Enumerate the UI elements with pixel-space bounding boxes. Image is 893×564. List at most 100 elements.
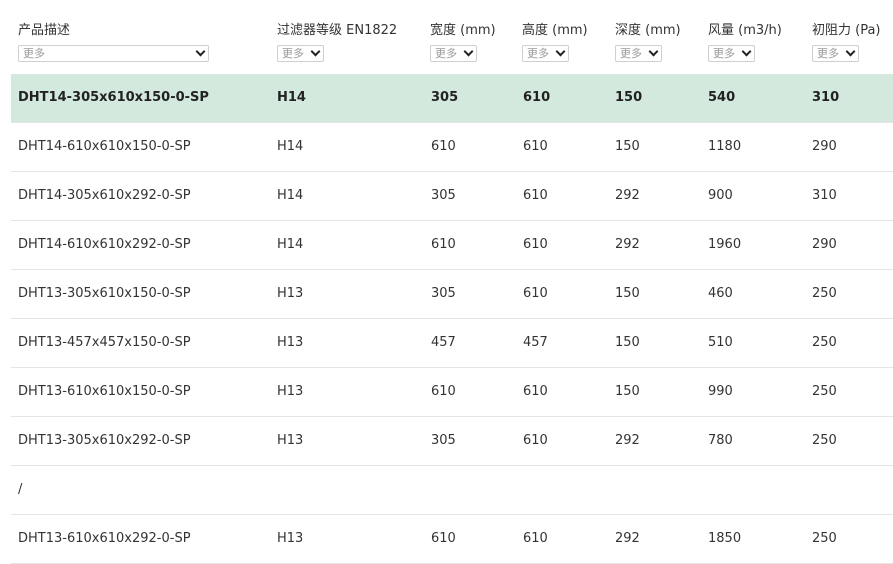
table-body: DHT14-305x610x150-0-SP H14 305 610 150 5…	[11, 74, 893, 564]
cell-width: 305	[431, 188, 456, 203]
cell-height: 610	[523, 139, 548, 154]
column-title: 初阻力 (Pa)	[812, 23, 881, 38]
table-row[interactable]: DHT13-305x610x150-0-SP H13 305 610 150 4…	[11, 270, 893, 319]
filter-select-width[interactable]: 更多	[430, 45, 477, 62]
filter-select-depth[interactable]: 更多	[615, 45, 662, 62]
cell-height: 610	[523, 286, 548, 301]
cell-description: DHT13-457x457x150-0-SP	[18, 335, 191, 350]
cell-description: DHT14-610x610x150-0-SP	[18, 139, 191, 154]
cell-filter-class: H14	[277, 139, 304, 154]
cell-initial-resistance: 310	[812, 90, 840, 105]
cell-initial-resistance: 250	[812, 384, 837, 399]
filter-value: 更多	[817, 47, 839, 60]
cell-airflow: 1960	[708, 237, 742, 252]
separator-text: /	[18, 482, 23, 497]
cell-height: 610	[523, 531, 548, 546]
cell-width: 305	[431, 286, 456, 301]
cell-depth: 292	[615, 188, 640, 203]
cell-height: 610	[523, 188, 548, 203]
column-title: 深度 (mm)	[615, 23, 681, 38]
cell-depth: 292	[615, 531, 640, 546]
product-table: 产品描述 更多 过滤器等级 EN1822 更多 宽度 (mm) 更多 高度 (m…	[0, 0, 893, 564]
cell-height: 457	[523, 335, 548, 350]
cell-height: 610	[523, 90, 551, 105]
cell-description: DHT14-610x610x292-0-SP	[18, 237, 191, 252]
filter-value: 更多	[282, 47, 304, 60]
cell-filter-class: H13	[277, 531, 304, 546]
filter-select-airflow[interactable]: 更多	[708, 45, 755, 62]
chevron-down-icon	[310, 46, 321, 57]
cell-depth: 150	[615, 384, 640, 399]
filter-select-initial-resistance[interactable]: 更多	[812, 45, 859, 62]
cell-depth: 150	[615, 90, 643, 105]
cell-airflow: 780	[708, 433, 733, 448]
cell-width: 457	[431, 335, 456, 350]
chevron-down-icon	[555, 46, 566, 57]
cell-initial-resistance: 250	[812, 433, 837, 448]
table-row[interactable]: DHT14-305x610x150-0-SP H14 305 610 150 5…	[11, 74, 893, 123]
cell-initial-resistance: 250	[812, 531, 837, 546]
cell-initial-resistance: 250	[812, 335, 837, 350]
cell-height: 610	[523, 384, 548, 399]
cell-description: DHT14-305x610x150-0-SP	[18, 90, 209, 105]
column-header-description: 产品描述 更多	[18, 22, 209, 62]
cell-width: 610	[431, 384, 456, 399]
cell-airflow: 510	[708, 335, 733, 350]
table-row[interactable]: DHT13-305x610x292-0-SP H13 305 610 292 7…	[11, 417, 893, 466]
cell-depth: 150	[615, 286, 640, 301]
column-title: 宽度 (mm)	[430, 23, 496, 38]
table-row[interactable]: DHT13-610x610x292-0-SP H13 610 610 292 1…	[11, 515, 893, 564]
cell-filter-class: H13	[277, 335, 304, 350]
cell-height: 610	[523, 433, 548, 448]
cell-width: 610	[431, 237, 456, 252]
cell-width: 305	[431, 433, 456, 448]
table-row[interactable]: DHT14-305x610x292-0-SP H14 305 610 292 9…	[11, 172, 893, 221]
cell-filter-class: H13	[277, 433, 304, 448]
column-title: 过滤器等级 EN1822	[277, 23, 398, 38]
chevron-down-icon	[741, 46, 752, 57]
cell-filter-class: H14	[277, 90, 306, 105]
cell-filter-class: H13	[277, 384, 304, 399]
cell-filter-class: H14	[277, 188, 304, 203]
table-row[interactable]: DHT14-610x610x292-0-SP H14 610 610 292 1…	[11, 221, 893, 270]
column-header-initial-resistance: 初阻力 (Pa) 更多	[812, 22, 881, 62]
column-title: 高度 (mm)	[522, 23, 588, 38]
column-header-depth: 深度 (mm) 更多	[615, 22, 681, 62]
chevron-down-icon	[463, 46, 474, 57]
cell-description: DHT13-305x610x292-0-SP	[18, 433, 191, 448]
filter-value: 更多	[23, 47, 45, 60]
cell-airflow: 900	[708, 188, 733, 203]
filter-value: 更多	[620, 47, 642, 60]
cell-depth: 292	[615, 433, 640, 448]
column-header-filter-class: 过滤器等级 EN1822 更多	[277, 22, 397, 62]
filter-value: 更多	[527, 47, 549, 60]
column-header-width: 宽度 (mm) 更多	[430, 22, 496, 62]
table-row[interactable]: DHT13-457x457x150-0-SP H13 457 457 150 5…	[11, 319, 893, 368]
chevron-down-icon	[648, 46, 659, 57]
cell-width: 610	[431, 139, 456, 154]
filter-select-description[interactable]: 更多	[18, 45, 209, 62]
cell-airflow: 460	[708, 286, 733, 301]
cell-airflow: 1850	[708, 531, 742, 546]
filter-select-filter-class[interactable]: 更多	[277, 45, 324, 62]
cell-depth: 150	[615, 139, 640, 154]
filter-select-height[interactable]: 更多	[522, 45, 569, 62]
filter-value: 更多	[435, 47, 457, 60]
cell-airflow: 990	[708, 384, 733, 399]
cell-width: 610	[431, 531, 456, 546]
cell-initial-resistance: 250	[812, 286, 837, 301]
cell-airflow: 1180	[708, 139, 742, 154]
column-title: 产品描述	[18, 23, 71, 38]
column-header-height: 高度 (mm) 更多	[522, 22, 588, 62]
column-header-airflow: 风量 (m3/h) 更多	[708, 22, 782, 62]
cell-depth: 292	[615, 237, 640, 252]
cell-height: 610	[523, 237, 548, 252]
table-row[interactable]: DHT14-610x610x150-0-SP H14 610 610 150 1…	[11, 123, 893, 172]
cell-width: 305	[431, 90, 459, 105]
table-row[interactable]: DHT13-610x610x150-0-SP H13 610 610 150 9…	[11, 368, 893, 417]
chevron-down-icon	[195, 46, 206, 57]
cell-initial-resistance: 310	[812, 188, 837, 203]
cell-description: DHT14-305x610x292-0-SP	[18, 188, 191, 203]
cell-airflow: 540	[708, 90, 736, 105]
separator-row: /	[11, 466, 893, 515]
